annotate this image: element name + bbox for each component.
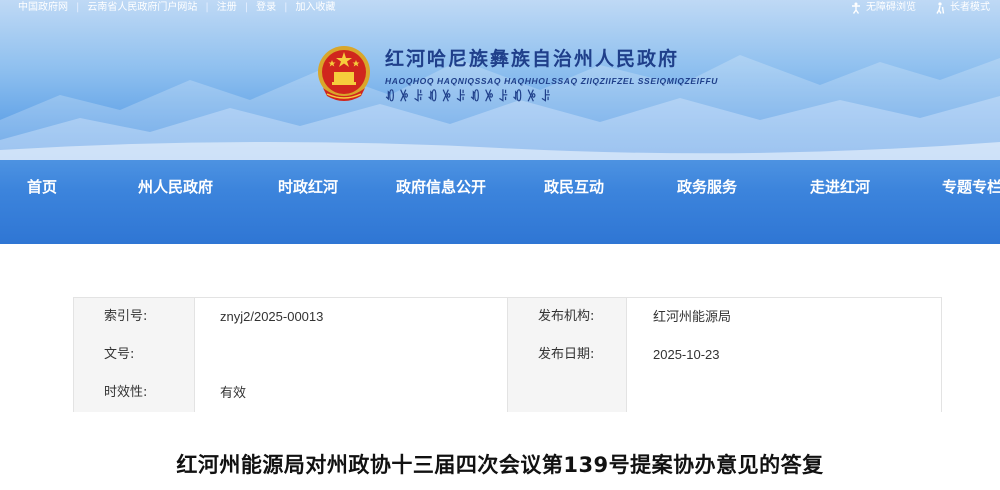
nav-interaction[interactable]: 政民互动 [544, 176, 604, 197]
national-emblem-icon [318, 46, 370, 101]
empty-label [508, 374, 627, 412]
validity-value: 有效 [195, 374, 508, 412]
document-number-label: 文号: [74, 336, 195, 374]
info-row: 时效性: 有效 [74, 374, 941, 412]
publisher-value: 红河州能源局 [627, 298, 941, 336]
nav-info-disclosure[interactable]: 政府信息公开 [396, 176, 486, 197]
info-row: 文号: 发布日期: 2025-10-23 [74, 336, 941, 374]
accessibility-button[interactable]: 无障碍浏览 [850, 0, 916, 16]
validity-label: 时效性: [74, 374, 195, 412]
nav-special-topics[interactable]: 专题专栏 [942, 176, 1000, 197]
main-nav: 首页 州人民政府 时政红河 政府信息公开 政民互动 政务服务 走进红河 专题专栏 [0, 170, 1000, 202]
nav-home[interactable]: 首页 [27, 176, 57, 197]
elder-mode-button[interactable]: 长者模式 [934, 0, 990, 16]
top-links: 中国政府网 | 云南省人民政府门户网站 | 注册 | 登录 | 加入收藏 [10, 0, 344, 16]
nav-news[interactable]: 时政红河 [278, 176, 338, 197]
info-row: 索引号: znyj2/2025-00013 发布机构: 红河州能源局 [74, 298, 941, 336]
accessibility-label: 无障碍浏览 [866, 2, 916, 13]
site-title: 红河哈尼族彝族自治州人民政府 [385, 48, 680, 70]
top-utility-bar: 中国政府网 | 云南省人民政府门户网站 | 注册 | 登录 | 加入收藏 无障碍… [0, 0, 1000, 16]
document-number-value [195, 336, 508, 374]
site-title-pinyin: HAOQHOQ HAQNIQSSAQ HAQHHOLSSAQ ZIIQZIIFZ… [385, 76, 718, 86]
nav-prefecture-government[interactable]: 州人民政府 [138, 176, 213, 197]
nav-about-honghe[interactable]: 走进红河 [810, 176, 870, 197]
elder-mode-label: 长者模式 [950, 2, 990, 13]
site-title-yi-script: ꀒꉼꌠꀒꉼꌠꀒꉼꌠꀒꉼꌠ [385, 90, 555, 105]
article-title: 红河州能源局对州政协十三届四次会议第139号提案协办意见的答复 [176, 453, 824, 477]
link-yunnan-portal[interactable]: 云南省人民政府门户网站 [79, 0, 205, 16]
document-info-table: 索引号: znyj2/2025-00013 发布机构: 红河州能源局 文号: 发… [73, 297, 942, 412]
link-gov-cn[interactable]: 中国政府网 [10, 0, 76, 16]
publish-date-label: 发布日期: [508, 336, 627, 374]
nav-services[interactable]: 政务服务 [677, 176, 737, 197]
empty-value [627, 374, 941, 412]
publish-date-value: 2025-10-23 [627, 336, 941, 374]
link-register[interactable]: 注册 [209, 0, 245, 16]
accessibility-icon [852, 2, 860, 14]
top-tools: 无障碍浏览 长者模式 [832, 0, 990, 16]
link-add-favorite[interactable]: 加入收藏 [288, 0, 344, 16]
site-header: 中国政府网 | 云南省人民政府门户网站 | 注册 | 登录 | 加入收藏 无障碍… [0, 0, 1000, 244]
publisher-label: 发布机构: [508, 298, 627, 336]
elder-icon [936, 2, 945, 14]
index-number-label: 索引号: [74, 298, 195, 336]
index-number-value: znyj2/2025-00013 [195, 298, 508, 336]
link-login[interactable]: 登录 [248, 0, 284, 16]
